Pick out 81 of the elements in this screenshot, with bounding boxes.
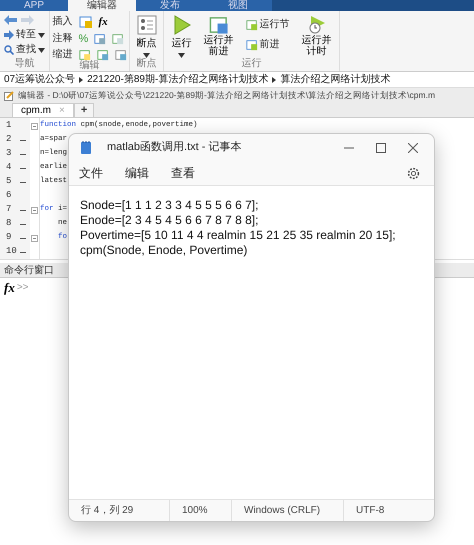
ribbon-tab[interactable]: APP <box>0 0 68 11</box>
search-icon <box>4 45 14 55</box>
fold-icon[interactable] <box>31 206 38 214</box>
settings-icon[interactable] <box>407 166 420 180</box>
decrease-indent-icon[interactable] <box>114 49 126 61</box>
ribbon-tab[interactable]: 发布 <box>136 0 204 11</box>
new-tab-button[interactable]: + <box>74 103 94 117</box>
line-number: 2 <box>6 133 12 146</box>
command-prompt: >> <box>16 281 29 295</box>
maximize-icon[interactable] <box>376 142 386 152</box>
fold-icon[interactable] <box>31 122 38 130</box>
increase-indent-icon[interactable] <box>96 49 108 61</box>
line-number: 10 <box>6 245 18 258</box>
file-tab[interactable]: cpm.m × <box>12 103 74 117</box>
line-number: 8 <box>6 217 12 230</box>
text-line: Povertime=[5 10 11 4 4 realmin 15 21 25 35 realmin 20 15]; <box>80 228 397 243</box>
stopwatch-play-icon <box>306 15 326 35</box>
line-number: 9 <box>6 231 12 244</box>
editor-path: 编辑器 - D:\0研\07运筹说公众号\221220-第89期-算法介绍之网络计划技术\算法介绍之网络计划技术\cpm.m <box>18 91 436 100</box>
uncomment-icon[interactable] <box>94 33 106 45</box>
status-text: UTF-8 <box>356 504 384 518</box>
back-arrow-icon[interactable] <box>4 15 17 25</box>
function-browser-button[interactable]: fx <box>4 281 15 294</box>
menu-item[interactable]: 查看 <box>171 164 195 182</box>
line-number: 4 <box>6 161 12 174</box>
run-section-icon[interactable] <box>246 19 258 31</box>
text-line: Snode=[1 1 1 2 3 3 4 5 5 5 6 6 7]; <box>80 198 260 213</box>
goto-button[interactable]: 转至 <box>4 30 45 40</box>
menu-item[interactable]: 编辑 <box>125 164 149 182</box>
group-label: 编辑 <box>80 61 100 71</box>
ribbon-tab[interactable]: 编辑器 <box>68 0 136 11</box>
function-button[interactable]: fx <box>98 16 108 28</box>
pencil-document-icon <box>4 90 14 100</box>
goto-icon <box>4 30 14 40</box>
advance-button[interactable]: 前进 <box>246 39 290 51</box>
line-number: 7 <box>6 203 12 216</box>
close-icon[interactable] <box>408 142 418 152</box>
window-title: matlab函数调用.txt - 记事本 <box>107 140 242 156</box>
run-and-time-button[interactable]: 运行并 计时 <box>302 15 332 57</box>
caret-icon <box>38 32 45 38</box>
menu-item[interactable]: 文件 <box>79 164 103 182</box>
panel-title: 命令行窗口 <box>4 264 54 278</box>
breadcrumb-item[interactable]: 算法介绍之网络计划技术 <box>280 74 390 84</box>
run-and-advance-button[interactable]: 运行并 前进 <box>204 15 234 57</box>
caret-icon <box>178 53 185 58</box>
chevron-right-icon <box>79 76 84 82</box>
smart-indent-icon[interactable] <box>78 49 90 61</box>
group-label: 导航 <box>14 59 34 69</box>
breadcrumb-item[interactable]: 07运筹说公众号 <box>4 74 76 84</box>
text-line: Enode=[2 3 4 5 4 5 6 6 7 8 7 8 8]; <box>80 213 260 228</box>
advance-icon[interactable] <box>246 39 258 51</box>
notepad-icon <box>81 141 91 154</box>
line-number: 1 <box>6 119 12 132</box>
insert-icon[interactable] <box>78 15 92 29</box>
breadcrumb-item[interactable]: 221220-第89期-算法介绍之网络计划技术 <box>87 74 268 84</box>
group-label: 运行 <box>242 59 262 69</box>
text-area[interactable]: Snode=[1 1 1 2 3 3 4 5 5 5 6 6 7]; Enode=[2 3 4 5 4 5 6 6 7 8 7 8 8]; Povertime=[5 10 11 4 4 realmin 15 21 25 35 realmin 20 15]; cpm(Snode, Enode, Povertime) <box>69 185 434 500</box>
group-label: 断点 <box>136 59 156 69</box>
ribbon-tab[interactable]: 视图 <box>204 0 272 11</box>
insert-button[interactable]: 插入 <box>52 17 72 27</box>
caret-icon <box>38 48 45 52</box>
run-section-button[interactable]: 运行节 <box>246 19 290 31</box>
breakpoints-button[interactable]: 断点 <box>136 15 156 58</box>
status-text: Windows (CRLF) <box>244 504 320 518</box>
text-line: cpm(Snode, Enode, Povertime) <box>80 243 248 258</box>
run-advance-icon[interactable] <box>208 15 228 35</box>
breakpoints-icon <box>136 15 156 35</box>
play-icon <box>172 15 190 35</box>
caret-icon <box>143 53 150 58</box>
run-button[interactable]: 运行 <box>172 15 192 58</box>
comment-button[interactable]: 注释 <box>52 34 72 44</box>
indent-button[interactable]: 缩进 <box>52 50 72 60</box>
chevron-right-icon <box>272 76 276 82</box>
wrap-comment-icon[interactable] <box>112 33 124 45</box>
status-text: 行 4，列 29 <box>81 504 134 518</box>
line-number: 5 <box>6 175 12 188</box>
find-button[interactable]: 查找 <box>4 45 45 55</box>
fold-icon[interactable] <box>31 234 38 242</box>
line-number: 6 <box>6 189 12 202</box>
line-number: 3 <box>6 147 12 160</box>
status-text: 100% <box>182 504 208 518</box>
